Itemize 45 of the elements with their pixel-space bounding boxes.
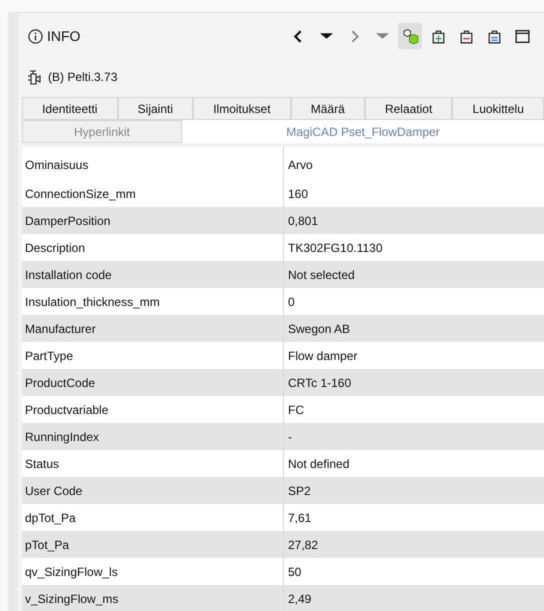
property-value-cell-text: Not selected xyxy=(287,267,356,284)
property-value-cell-text: - xyxy=(287,429,293,446)
property-name-cell: ProductCode xyxy=(22,369,284,396)
property-value-cell-text: 27,82 xyxy=(287,537,320,554)
property-value-cell-text: Flow damper xyxy=(287,348,358,365)
panel-title: INFO xyxy=(47,26,80,46)
property-value-cell-text: TK302FG10.1130 xyxy=(287,240,384,257)
tab[interactable]: Sijainti xyxy=(118,97,194,120)
tab[interactable]: MagiCAD Pset_FlowDamper xyxy=(182,120,544,143)
tab[interactable]: Ilmoitukset xyxy=(193,97,291,120)
property-name-cell: Manufacturer xyxy=(22,315,284,342)
equal-bag-icon xyxy=(486,28,502,44)
property-value-cell-text: 2,49 xyxy=(287,591,312,608)
window-icon xyxy=(514,28,530,44)
property-value-cell-text: 160 xyxy=(287,186,310,203)
property-value-cell-text: Swegon AB xyxy=(287,321,352,338)
property-value-cell-text: FC xyxy=(287,402,305,419)
property-value-cell-text: 50 xyxy=(287,564,302,581)
column-header: Ominaisuus xyxy=(22,147,284,180)
column-header: Arvo xyxy=(287,157,314,174)
cubes-icon xyxy=(402,28,418,44)
property-name-cell: RunningIndex xyxy=(22,423,284,450)
tab[interactable]: Määrä xyxy=(290,97,365,120)
property-value-cell-text: CRTc 1-160 xyxy=(287,375,352,392)
caret-icon xyxy=(320,33,332,39)
property-name-cell: v_SizingFlow_ms xyxy=(22,585,284,611)
damper-icon xyxy=(26,69,42,85)
object-name: (B) Pelti.3.73 xyxy=(48,69,118,86)
info-icon xyxy=(28,28,43,44)
property-value-cell-text: 0,801 xyxy=(287,213,320,230)
property-name-cell: DamperPosition xyxy=(22,207,284,234)
property-value-cell-text: 7,61 xyxy=(287,510,312,527)
property-name-cell: Installation code xyxy=(22,261,284,288)
tab[interactable]: Luokittelu xyxy=(452,97,544,120)
caret-icon xyxy=(376,33,388,39)
remove-bag-icon xyxy=(458,28,474,44)
tab[interactable]: Relaatiot xyxy=(364,97,452,120)
tab[interactable]: Identiteetti xyxy=(22,97,118,120)
add-bag-icon xyxy=(430,28,446,44)
property-name-cell: User Code xyxy=(22,477,284,504)
property-value-cell-text: Not defined xyxy=(287,456,350,473)
property-name-cell: pTot_Pa xyxy=(22,531,284,558)
property-value-cell-text: SP2 xyxy=(287,483,312,500)
property-value-cell-text: 0 xyxy=(287,294,296,311)
cubes-button[interactable] xyxy=(398,23,422,49)
